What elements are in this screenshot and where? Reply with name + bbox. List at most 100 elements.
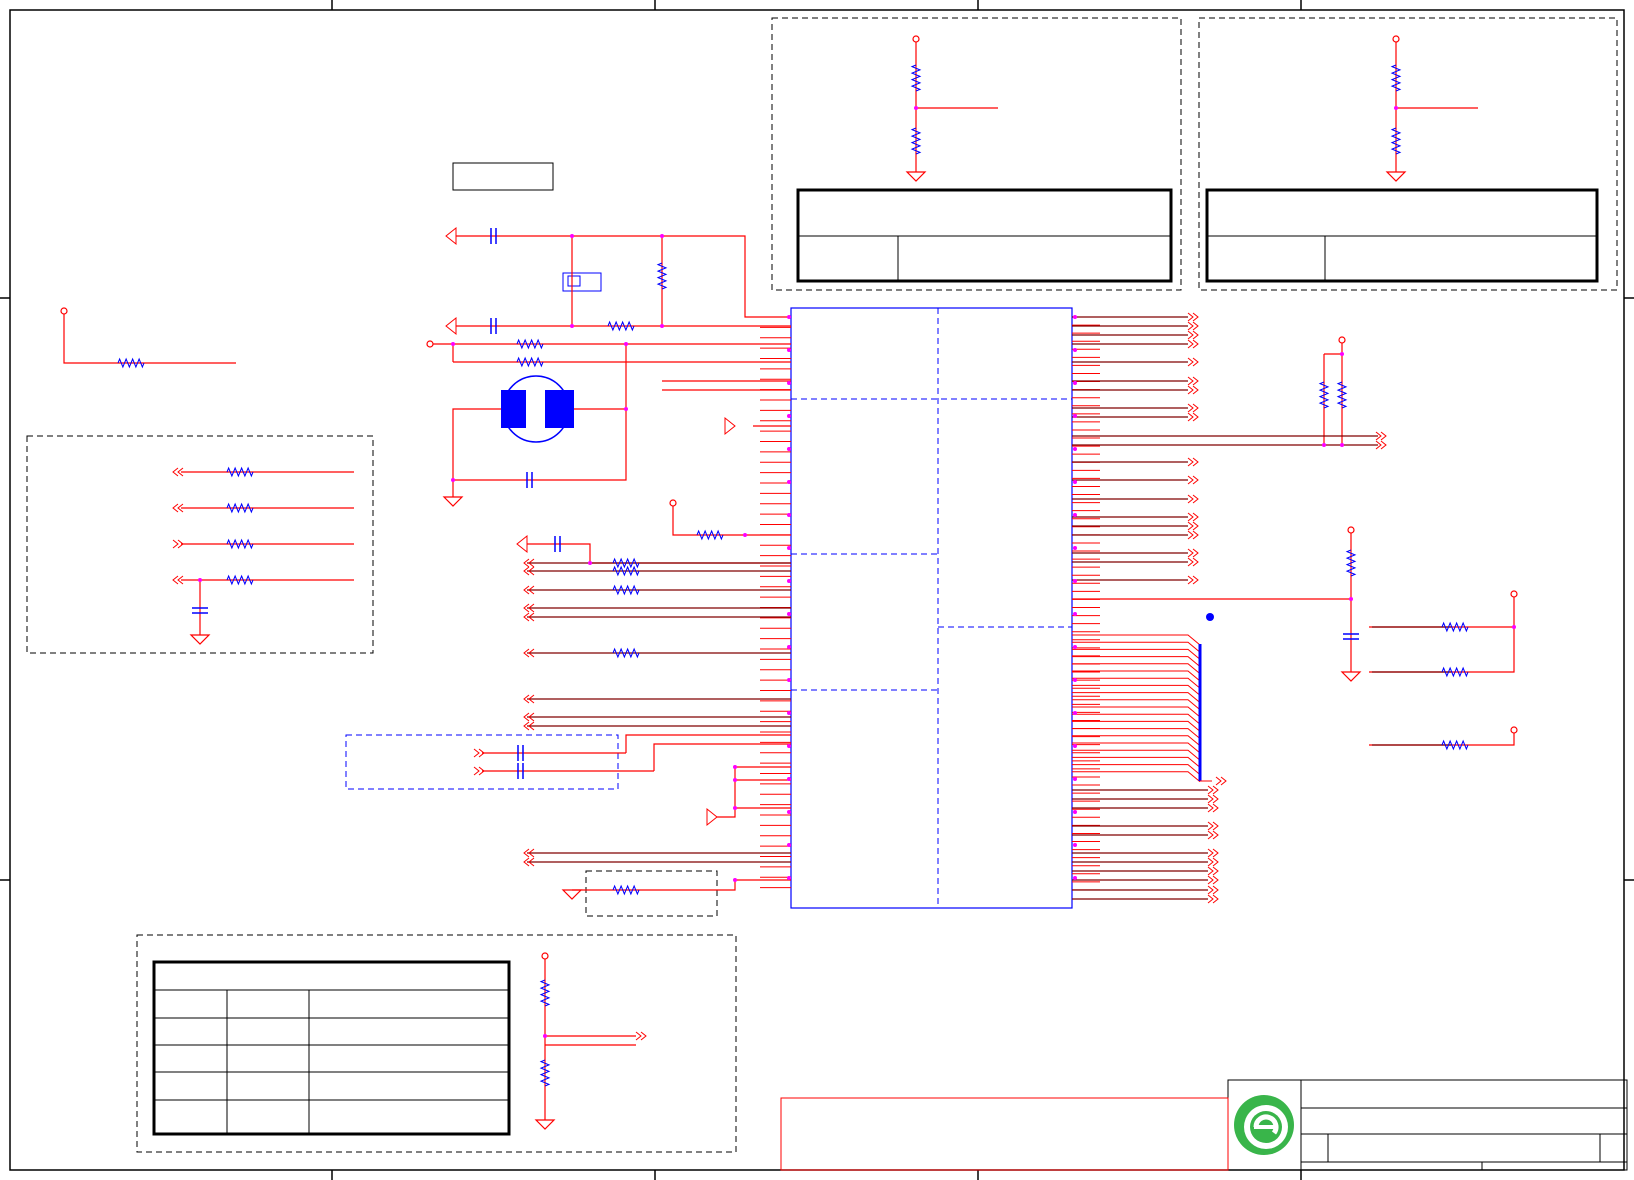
junction-dot (1512, 625, 1516, 629)
offpage-arrow (1187, 521, 1199, 531)
bus-entry (1072, 756, 1201, 768)
offpage-arrow (1187, 475, 1199, 485)
junction-dot (1073, 843, 1077, 847)
junction-dot (787, 612, 791, 616)
junction-dot (787, 447, 791, 451)
ground-icon (534, 1119, 556, 1130)
junction-dot (1073, 711, 1077, 715)
offpage-arrow (1207, 848, 1219, 858)
junction-dot (1073, 546, 1077, 550)
junction-dot (914, 106, 918, 110)
junction-dot (787, 810, 791, 814)
bus-entry (1072, 684, 1201, 696)
ground-icon (1385, 171, 1407, 182)
title-red-frame (780, 1097, 1229, 1171)
junction-dot (660, 324, 664, 328)
bus-entry (1072, 692, 1201, 703)
offpage-arrow (1187, 357, 1199, 367)
junction-dot (624, 342, 628, 346)
junctions (198, 106, 1516, 1038)
bus-bar (1198, 613, 1214, 781)
junction-dot (1073, 744, 1077, 748)
offpage-arrow (1187, 530, 1199, 540)
junction-dot (1073, 810, 1077, 814)
bus-entry (1072, 749, 1201, 761)
bus-entry (1072, 641, 1201, 653)
power-rail-icon (1347, 526, 1355, 534)
junction-dot (543, 1034, 547, 1038)
offpage-arrow (1187, 494, 1199, 504)
offpage-arrow (1187, 376, 1199, 386)
offpage-arrow (1207, 803, 1219, 813)
main-ic-symbol (790, 307, 1073, 909)
junction-dot (660, 234, 664, 238)
offpage-arrow (1187, 512, 1199, 522)
offpage-arrow (1207, 885, 1219, 895)
offpage-arrow (1187, 330, 1199, 340)
junction-dot (451, 478, 455, 482)
offpage-arrow (1207, 821, 1219, 831)
offpage-arrow (1187, 412, 1199, 422)
offpage-arrow (1207, 866, 1219, 876)
port-triangle (706, 807, 718, 827)
ic-pins (760, 316, 1100, 891)
port-triangle (445, 226, 457, 246)
bus-entry (1072, 720, 1201, 732)
config-table-2 (1205, 188, 1599, 283)
junction-dot (1073, 447, 1077, 451)
offpage-arrow (1187, 575, 1199, 585)
offpage-arrow (1207, 875, 1219, 885)
junction-dot (1073, 513, 1077, 517)
ground-icon (905, 171, 927, 182)
junction-dot (787, 579, 791, 583)
junction-dot (1073, 777, 1077, 781)
offpage-arrow (1187, 385, 1199, 395)
offpage-arrow (1187, 457, 1199, 467)
junction-dot (787, 777, 791, 781)
port-triangle (516, 534, 528, 554)
ground-icon (189, 634, 211, 645)
power-rail-icon (426, 340, 434, 348)
dashed-group-boxes (26, 17, 1618, 1153)
power-rail-icon (1510, 590, 1518, 598)
bus-entry (1072, 713, 1201, 725)
junction-dot (570, 234, 574, 238)
company-logo-icon (1234, 1095, 1294, 1155)
offpage-connectors (172, 226, 1387, 1041)
junction-dot (787, 843, 791, 847)
offpage-arrow (1200, 776, 1227, 786)
junction-dot (1073, 315, 1077, 319)
junction-dot (1073, 876, 1077, 880)
offpage-arrow (1187, 312, 1199, 322)
ground-icon (561, 889, 583, 900)
schematic-sheet (0, 0, 1634, 1180)
junction-dot (1340, 443, 1344, 447)
junction-dot (198, 578, 202, 582)
junction-dot (787, 480, 791, 484)
pulldown-box (585, 870, 718, 917)
junction-dot (733, 878, 737, 882)
junction-dot (1073, 414, 1077, 418)
junction-dot (1349, 597, 1353, 601)
junction-dot (1322, 443, 1326, 447)
ground-icon (442, 496, 464, 507)
offpage-arrow (1207, 785, 1219, 795)
config-box-1 (771, 17, 1182, 291)
junction-dot (787, 678, 791, 682)
junction-dot (1394, 106, 1398, 110)
bus-entry (1072, 648, 1201, 660)
junction-dot (1073, 348, 1077, 352)
port-triangle (724, 416, 736, 436)
resistors (117, 64, 1469, 1087)
ground-icon (1340, 671, 1362, 682)
offpage-arrow (635, 1031, 647, 1041)
power-rail-icon (541, 952, 549, 960)
bus-entry (1072, 656, 1201, 667)
config-box-2 (1198, 17, 1618, 291)
sheet-label-box (452, 162, 554, 191)
junction-dot (1340, 352, 1344, 356)
offpage-arrow (1207, 830, 1219, 840)
junction-dot (1073, 579, 1077, 583)
junction-dot (733, 806, 737, 810)
offpage-arrow (1187, 321, 1199, 331)
